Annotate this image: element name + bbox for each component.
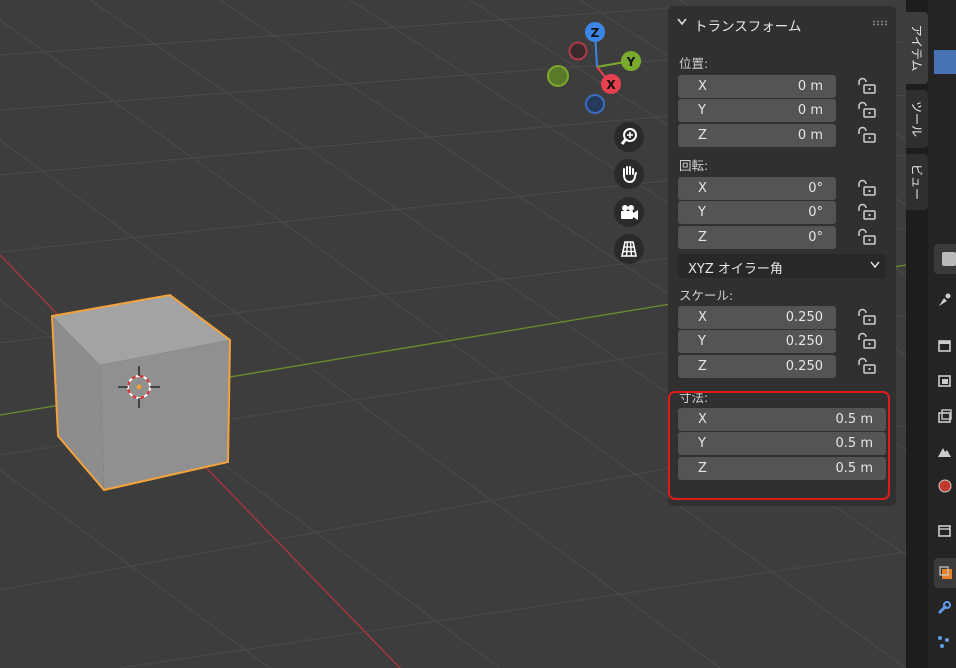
collection-icon[interactable] [936, 522, 952, 538]
gizmo-z-label: Z [591, 26, 600, 40]
modifier-wrench-icon[interactable] [936, 600, 952, 616]
location-x-lock-icon[interactable] [856, 77, 878, 95]
rotation-mode-dropdown[interactable]: XYZ オイラー角 [678, 254, 886, 278]
chevron-down-icon [870, 261, 880, 269]
gizmo-neg-x[interactable] [568, 41, 588, 61]
tab-item[interactable]: アイテム [906, 12, 928, 84]
panel-header[interactable]: トランスフォーム [668, 6, 896, 40]
camera-icon [621, 205, 638, 220]
gizmo-x-label: X [606, 78, 616, 92]
axis-label: X [698, 79, 707, 94]
drag-grip-icon[interactable] [872, 20, 888, 26]
field-value: 0 m [797, 128, 823, 143]
tab-view-label: ビュー [909, 163, 924, 201]
gizmo-neg-z[interactable] [585, 94, 605, 114]
sidebar-tabs: アイテム ツール ビュー [906, 0, 928, 668]
render-icon[interactable] [936, 338, 952, 354]
scale-z-field[interactable]: Z 0.250 [678, 355, 836, 378]
field-value: 0° [808, 230, 823, 245]
scale-label: スケール: [679, 288, 734, 303]
field-value: 0 m [797, 103, 823, 118]
view-layer-icon[interactable] [936, 408, 952, 424]
rotation-label: 回転: [679, 158, 709, 173]
cube-object[interactable] [50, 293, 232, 492]
editor-header[interactable] [934, 244, 956, 274]
field-value: 0° [808, 181, 823, 196]
hand-pan-icon [623, 166, 637, 184]
tool-icon[interactable] [936, 292, 952, 308]
zoom-button[interactable] [614, 122, 644, 152]
object-tab[interactable] [934, 558, 956, 588]
scale-x-field[interactable]: X 0.250 [678, 306, 836, 329]
rotation-z-lock-icon[interactable] [856, 228, 878, 246]
tab-item-label: アイテム [909, 24, 924, 72]
camera-view-button[interactable] [614, 197, 644, 227]
axis-label: Z [698, 359, 707, 374]
axis-label: X [698, 310, 707, 325]
particles-icon[interactable] [936, 634, 952, 650]
location-z-lock-icon[interactable] [856, 126, 878, 144]
field-value: 0.250 [785, 334, 823, 349]
location-z-field[interactable]: Z 0 m [678, 124, 836, 147]
axis-label: Y [698, 334, 706, 349]
location-y-field[interactable]: Y 0 m [678, 99, 836, 122]
rotation-x-lock-icon[interactable] [856, 179, 878, 197]
ortho-toggle-button[interactable] [614, 234, 644, 264]
rotation-y-field[interactable]: Y 0° [678, 201, 836, 224]
scale-y-lock-icon[interactable] [856, 332, 878, 350]
editor-type-icon [942, 252, 956, 266]
location-label: 位置: [679, 56, 709, 71]
rotation-y-lock-icon[interactable] [856, 203, 878, 221]
rotation-z-field[interactable]: Z 0° [678, 226, 836, 249]
output-icon[interactable] [936, 373, 952, 389]
rotation-x-field[interactable]: X 0° [678, 177, 836, 200]
tab-tool[interactable]: ツール [906, 90, 928, 148]
axis-label: Z [698, 128, 707, 143]
chevron-down-icon [677, 18, 687, 26]
axis-label: Y [698, 205, 706, 220]
tab-view[interactable]: ビュー [906, 154, 928, 210]
scale-y-field[interactable]: Y 0.250 [678, 330, 836, 353]
selected-outliner-row[interactable] [934, 50, 956, 74]
field-value: 0 m [797, 79, 823, 94]
gizmo-y-label: Y [626, 55, 636, 69]
pan-button[interactable] [614, 159, 644, 189]
world-icon[interactable] [936, 478, 952, 494]
object-icon [939, 566, 952, 579]
axis-label: Y [698, 103, 706, 118]
axis-label: X [698, 181, 707, 196]
properties-editor-strip [928, 0, 956, 668]
field-value: 0.250 [785, 310, 823, 325]
location-y-lock-icon[interactable] [856, 101, 878, 119]
tab-tool-label: ツール [909, 100, 924, 138]
field-value: 0° [808, 205, 823, 220]
panel-title: トランスフォーム [694, 19, 802, 35]
scale-x-lock-icon[interactable] [856, 308, 878, 326]
field-value: 0.250 [785, 359, 823, 374]
dimensions-highlight-box [668, 391, 890, 500]
rotation-mode-value: XYZ オイラー角 [688, 262, 783, 277]
axis-label: Z [698, 230, 707, 245]
zoom-icon [620, 128, 637, 145]
scale-z-lock-icon[interactable] [856, 357, 878, 375]
scene-icon[interactable] [936, 444, 952, 460]
grid-ortho-icon [621, 241, 637, 257]
gizmo-neg-y[interactable] [547, 65, 569, 87]
location-x-field[interactable]: X 0 m [678, 75, 836, 98]
